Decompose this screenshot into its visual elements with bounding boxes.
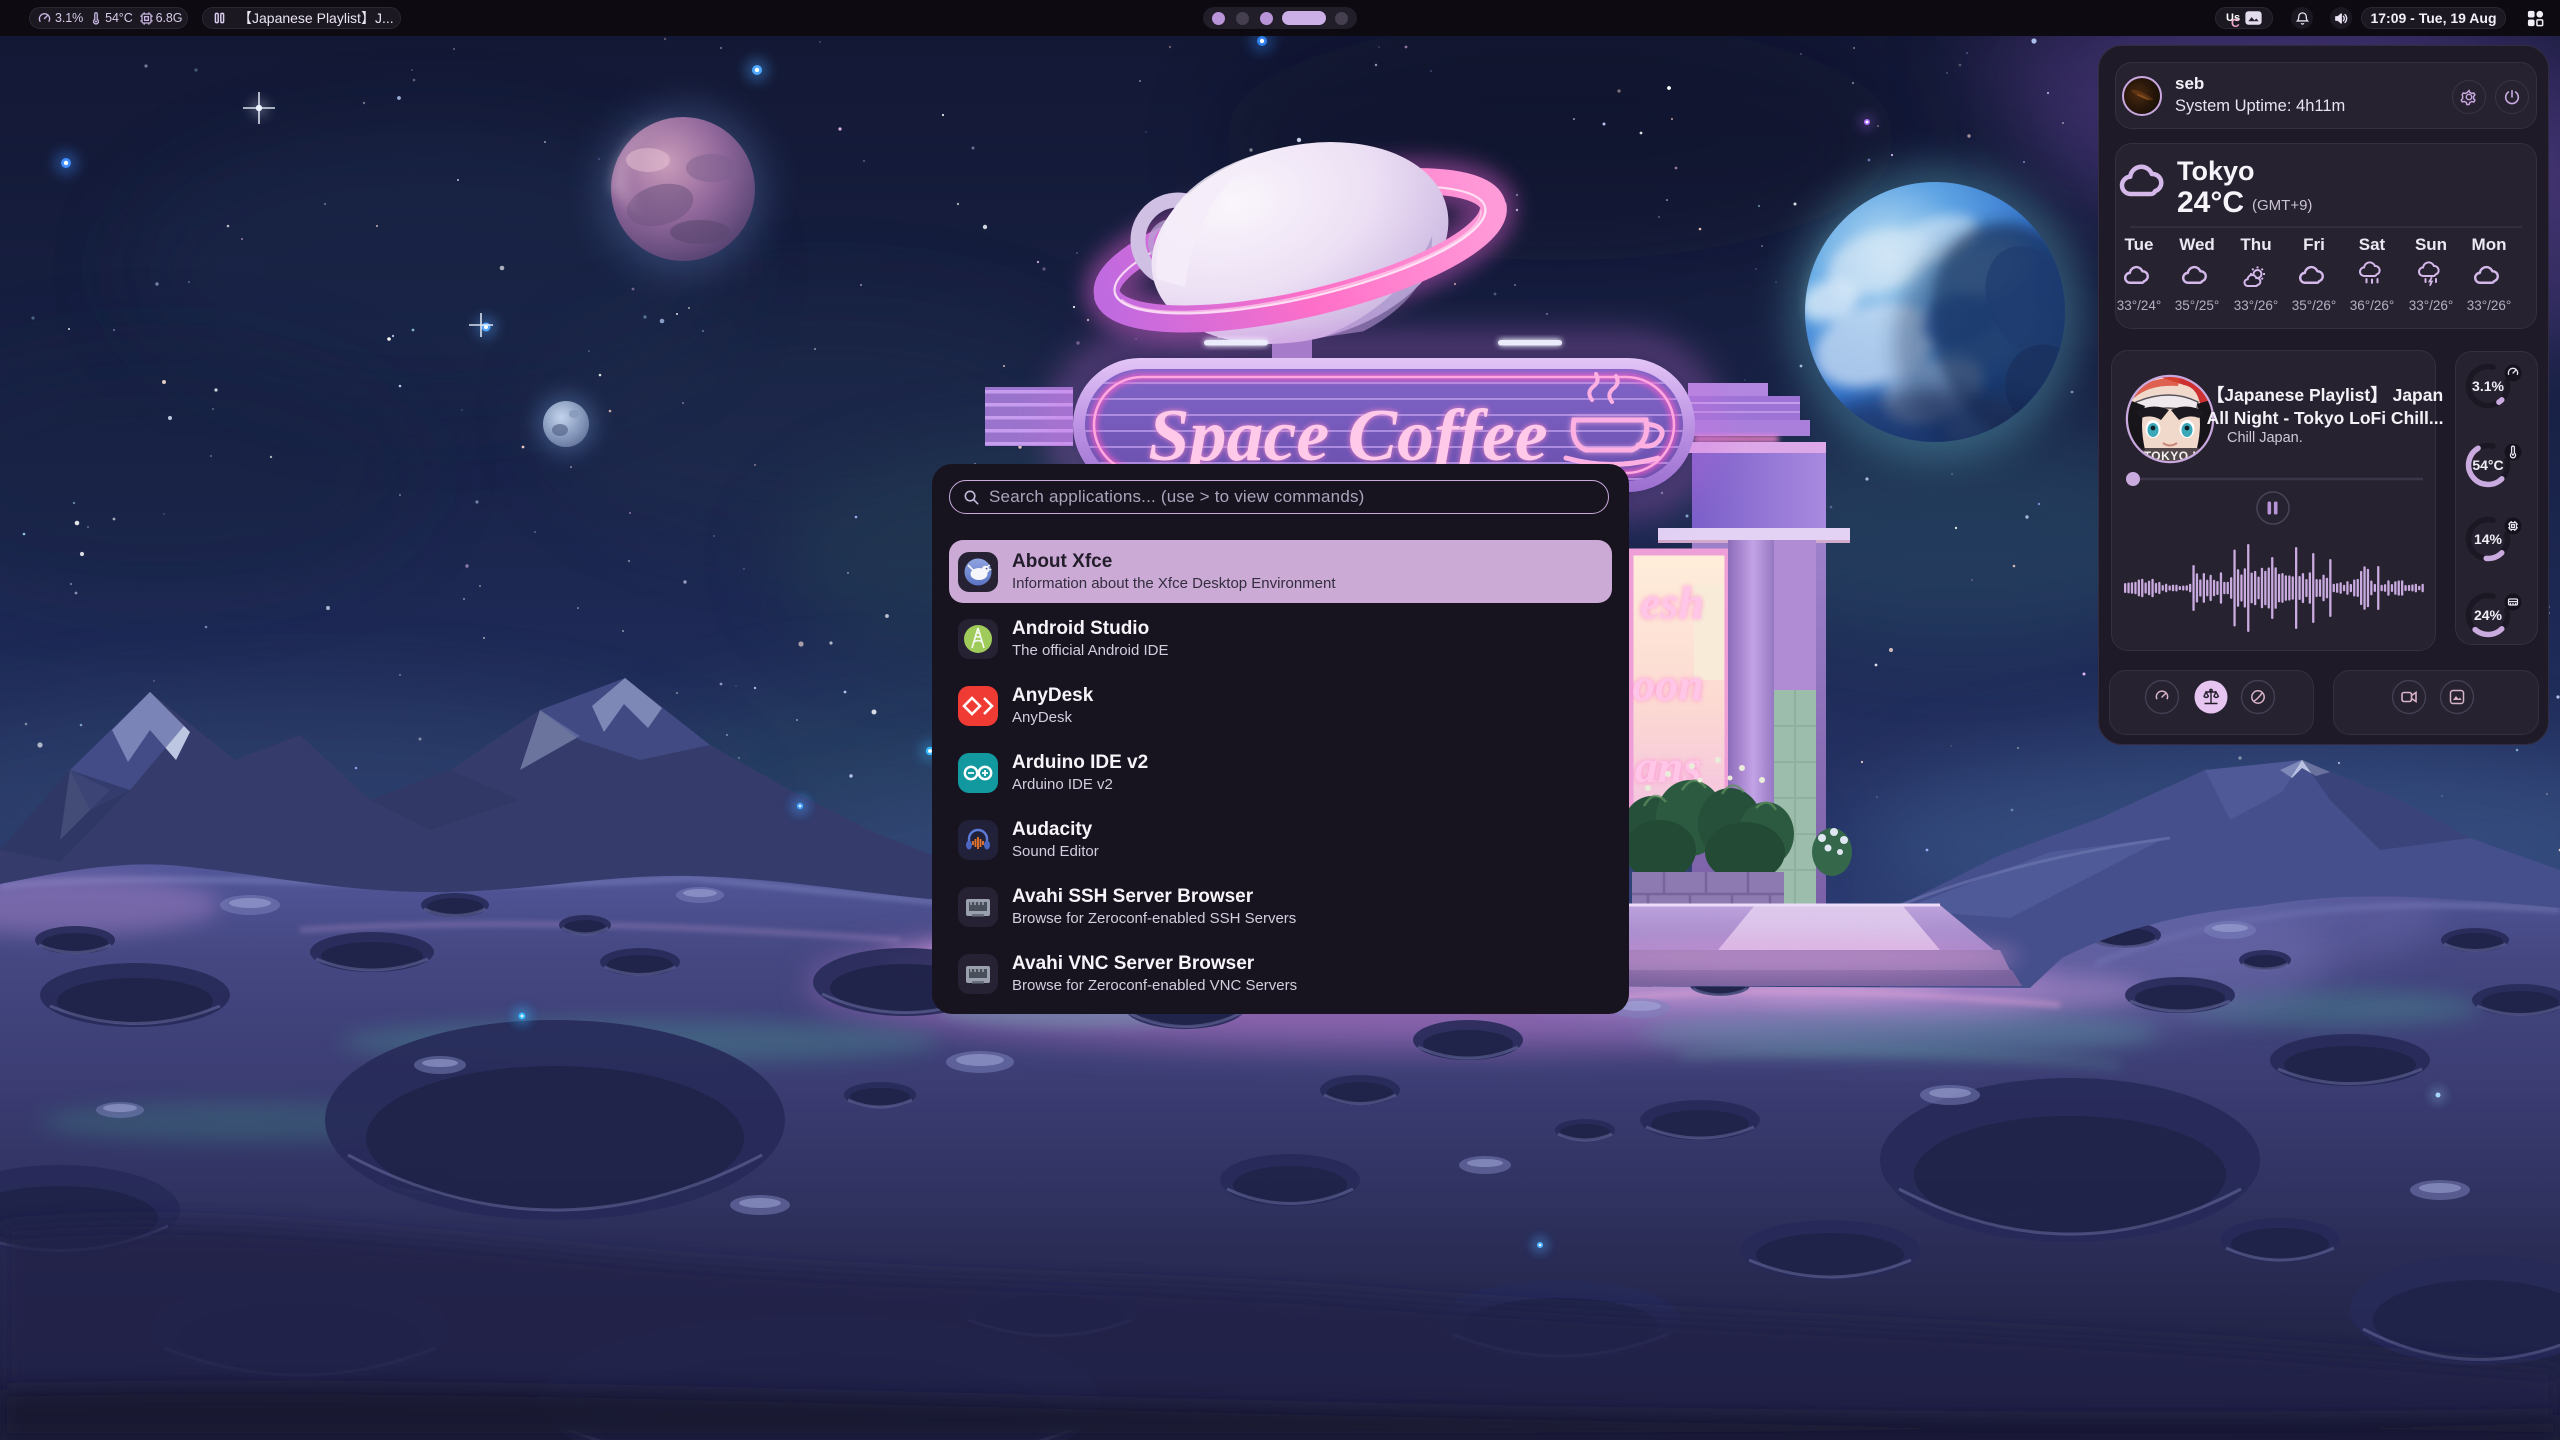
svg-text:oon: oon [1632, 659, 1704, 710]
svg-text:esh: esh [1640, 577, 1704, 628]
